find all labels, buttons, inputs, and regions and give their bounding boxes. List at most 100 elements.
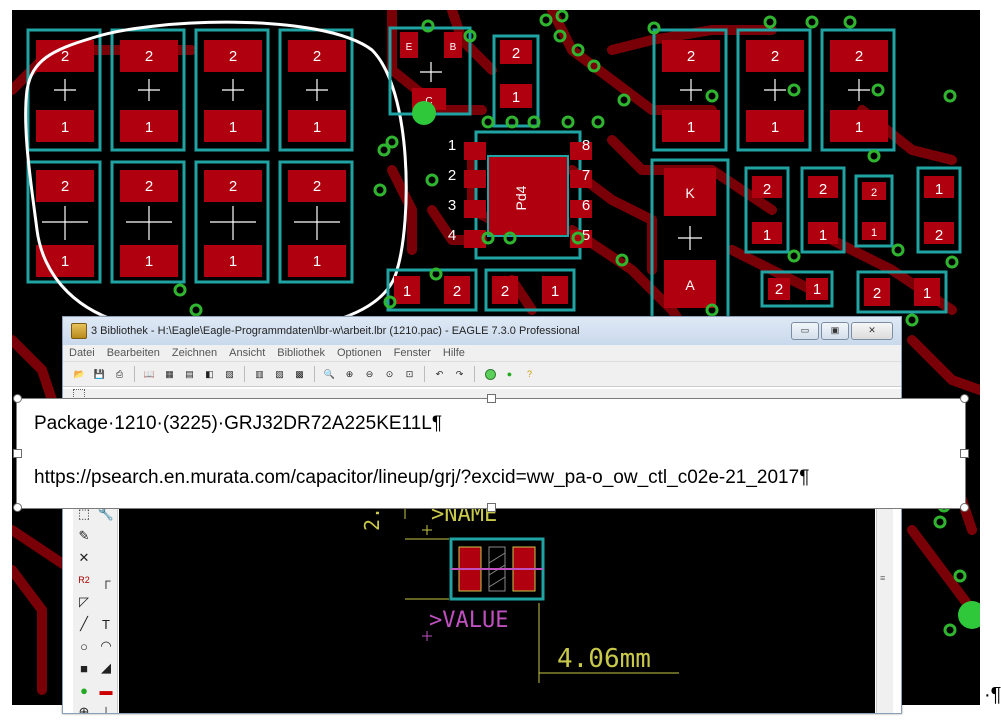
pad-label: 1 bbox=[551, 283, 559, 300]
pad-label: 1 bbox=[61, 253, 69, 270]
maximize-button[interactable]: ▣ bbox=[821, 322, 849, 340]
pad-label: 1 bbox=[855, 119, 863, 136]
line-icon[interactable]: ╱ bbox=[80, 616, 88, 632]
dimension-icon[interactable]: ⊥ bbox=[100, 704, 111, 713]
miter-icon[interactable]: ┌ bbox=[101, 573, 110, 588]
resize-handle[interactable] bbox=[960, 394, 969, 403]
menu-bar: Datei Bearbeiten Zeichnen Ansicht Biblio… bbox=[63, 345, 901, 361]
main-toolbar: 📂 💾 ⎙ 📖 ▦ ▤ ◧ ▨ ▥ ▧ ▩ 🔍 ⊕ ⊖ ⊙ ⊡ ↶ ↷ ⬣ ● … bbox=[63, 361, 901, 387]
capacitor-group-top: 2 2 2 2 1 1 1 1 2 2 2 2 1 1 1 1 bbox=[26, 28, 354, 284]
pad-label: 1 bbox=[687, 119, 695, 136]
go-icon[interactable]: ● bbox=[501, 366, 518, 383]
scroll-grip-icon[interactable]: ≡ bbox=[880, 573, 885, 583]
pad-label: 2 bbox=[873, 285, 881, 302]
zoom-redraw-icon[interactable]: ⊙ bbox=[381, 366, 398, 383]
book-icon[interactable]: 📖 bbox=[141, 366, 158, 383]
menu-datei[interactable]: Datei bbox=[69, 347, 95, 359]
side-dimension: 2. bbox=[360, 507, 384, 531]
menu-bibliothek[interactable]: Bibliothek bbox=[277, 347, 325, 359]
pad-label: 1 bbox=[313, 119, 321, 136]
ulp-icon[interactable]: ▧ bbox=[271, 366, 288, 383]
toolbar-separator bbox=[474, 366, 475, 382]
vertical-scrollbar[interactable]: ≡ bbox=[876, 503, 893, 713]
undo-icon[interactable]: ↶ bbox=[431, 366, 448, 383]
text-icon[interactable]: T bbox=[102, 617, 110, 632]
resize-handle[interactable] bbox=[13, 503, 22, 512]
zoom-fit-icon[interactable]: 🔍 bbox=[321, 366, 338, 383]
pad-icon[interactable]: ● bbox=[80, 683, 88, 698]
resize-handle[interactable] bbox=[13, 394, 22, 403]
save-icon[interactable]: 💾 bbox=[91, 366, 108, 383]
device-icon[interactable]: ◧ bbox=[201, 366, 218, 383]
resize-handle[interactable] bbox=[487, 503, 496, 512]
eagle-window[interactable]: 3 Bibliothek - H:\Eagle\Eagle-Programmda… bbox=[62, 316, 902, 714]
resize-handle[interactable] bbox=[487, 394, 496, 403]
ic-pin: 7 bbox=[582, 167, 590, 184]
rotate-handle[interactable] bbox=[485, 369, 496, 380]
package-icon[interactable]: ▨ bbox=[221, 366, 238, 383]
delete-icon[interactable]: ✕ bbox=[79, 550, 90, 566]
menu-fenster[interactable]: Fenster bbox=[394, 347, 431, 359]
menu-bearbeiten[interactable]: Bearbeiten bbox=[107, 347, 160, 359]
diode-a: A bbox=[685, 277, 695, 293]
ic-pin: 2 bbox=[448, 167, 456, 184]
circle-icon[interactable]: ○ bbox=[80, 639, 88, 654]
close-button[interactable]: ✕ bbox=[851, 322, 893, 340]
zoom-out-icon[interactable]: ⊖ bbox=[361, 366, 378, 383]
menu-zeichnen[interactable]: Zeichnen bbox=[172, 347, 217, 359]
pad-label: 1 bbox=[229, 119, 237, 136]
name-icon[interactable]: R2 bbox=[78, 575, 90, 585]
pad-label: 2 bbox=[687, 48, 695, 65]
zoom-in-icon[interactable]: ⊕ bbox=[341, 366, 358, 383]
menu-ansicht[interactable]: Ansicht bbox=[229, 347, 265, 359]
resize-handle[interactable] bbox=[960, 503, 969, 512]
pad-label: 2 bbox=[229, 178, 237, 195]
resize-handle[interactable] bbox=[13, 449, 22, 458]
split-icon[interactable]: ◸ bbox=[79, 594, 89, 610]
mark-icon[interactable]: ✎ bbox=[79, 528, 90, 544]
pad-label: 1 bbox=[763, 227, 771, 244]
rect-icon[interactable]: ■ bbox=[80, 661, 88, 676]
pad-label: 1 bbox=[313, 253, 321, 270]
pad-label: 2 bbox=[501, 283, 509, 300]
pad-label: 2 bbox=[61, 48, 69, 65]
paragraph-mark: ·¶ bbox=[984, 684, 1001, 706]
open-icon[interactable]: 📂 bbox=[71, 366, 88, 383]
package-text[interactable]: Package·1210·(3225)·GRJ32DR72A225KE11L¶ bbox=[34, 413, 442, 435]
pad-label: 2 bbox=[313, 178, 321, 195]
help-icon[interactable]: ? bbox=[521, 366, 538, 383]
ic-label: Pd4 bbox=[513, 185, 529, 210]
cam-icon[interactable]: ▩ bbox=[291, 366, 308, 383]
pin-label: E bbox=[406, 42, 413, 53]
arc-icon[interactable]: ◠ bbox=[100, 638, 111, 654]
diode-k: K bbox=[685, 185, 695, 201]
pad-label: 1 bbox=[771, 119, 779, 136]
pad-label: 2 bbox=[819, 181, 827, 198]
smd-icon[interactable]: ▬ bbox=[100, 683, 113, 698]
pad-label: 2 bbox=[229, 48, 237, 65]
menu-hilfe[interactable]: Hilfe bbox=[443, 347, 465, 359]
text-box-callout[interactable]: Package·1210·(3225)·GRJ32DR72A225KE11L¶ … bbox=[16, 398, 966, 509]
layout-canvas[interactable]: 2. >NAME >VALUE 4.06mm bbox=[119, 503, 875, 713]
polygon-icon[interactable]: ◢ bbox=[101, 660, 111, 676]
resize-handle[interactable] bbox=[960, 449, 969, 458]
pad-label: 2 bbox=[775, 281, 783, 298]
menu-optionen[interactable]: Optionen bbox=[337, 347, 382, 359]
pad-label: 1 bbox=[145, 253, 153, 270]
schematic-icon[interactable]: ▤ bbox=[181, 366, 198, 383]
zoom-area-icon[interactable]: ⊡ bbox=[401, 366, 418, 383]
redo-icon[interactable]: ↷ bbox=[451, 366, 468, 383]
title-bar[interactable]: 3 Bibliothek - H:\Eagle\Eagle-Programmda… bbox=[63, 317, 901, 345]
board-icon[interactable]: ▦ bbox=[161, 366, 178, 383]
print-icon[interactable]: ⎙ bbox=[111, 366, 128, 383]
ic-pin: 3 bbox=[448, 197, 456, 214]
minimize-button[interactable]: ▭ bbox=[791, 322, 819, 340]
script-icon[interactable]: ▥ bbox=[251, 366, 268, 383]
hole-icon[interactable]: ⊕ bbox=[79, 704, 90, 713]
url-text[interactable]: https://psearch.en.murata.com/capacitor/… bbox=[34, 467, 809, 489]
pad-label: 2 bbox=[855, 48, 863, 65]
pad-label: 2 bbox=[935, 227, 943, 244]
pad-label: 2 bbox=[453, 283, 461, 300]
pad-label: 1 bbox=[923, 285, 931, 302]
pad-label: 1 bbox=[871, 227, 877, 239]
